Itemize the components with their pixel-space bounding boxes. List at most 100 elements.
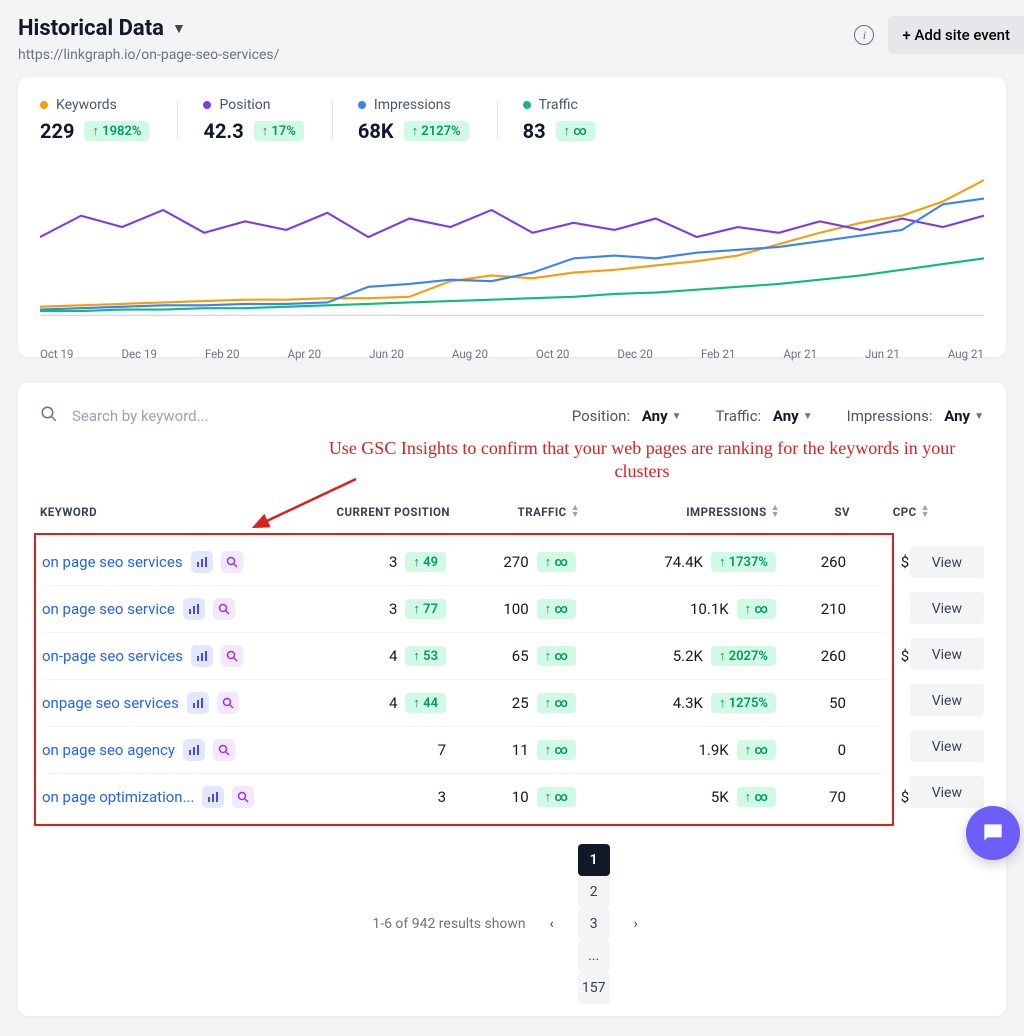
magnify-icon[interactable]: [221, 551, 243, 573]
bar-chart-icon[interactable]: [187, 692, 209, 714]
view-button[interactable]: View: [910, 730, 984, 762]
x-tick: Feb 20: [205, 347, 240, 361]
keyword-link[interactable]: on-page seo services: [42, 647, 183, 665]
delta-badge: ↑ ∞: [737, 740, 776, 760]
magnify-icon[interactable]: [217, 692, 239, 714]
view-button[interactable]: View: [910, 592, 984, 624]
x-tick: Jun 20: [369, 347, 404, 361]
delta-badge: ↑ 77: [405, 599, 446, 619]
table-row: on page seo services 3↑ 49 270↑ ∞ 74.4K↑…: [42, 539, 886, 586]
magnify-icon[interactable]: [221, 645, 243, 667]
x-tick: Dec 20: [617, 347, 652, 361]
series-impressions: [40, 199, 984, 310]
bar-chart-icon[interactable]: [191, 645, 213, 667]
pager-page[interactable]: 1: [578, 844, 610, 876]
title-text: Historical Data: [18, 16, 164, 41]
delta-badge: ↑ ∞: [537, 599, 576, 619]
legend-dot-icon: [40, 101, 48, 109]
table-body: on page seo services 3↑ 49 270↑ ∞ 74.4K↑…: [34, 533, 894, 826]
info-icon[interactable]: i: [854, 25, 874, 45]
keyword-link[interactable]: onpage seo services: [42, 694, 179, 712]
table-header: KEYWORD CURRENT POSITION TRAFFIC▲▼ IMPRE…: [40, 505, 984, 533]
add-site-event-button[interactable]: + Add site event: [888, 16, 1024, 54]
keyword-link[interactable]: on page seo agency: [42, 741, 175, 759]
col-traffic[interactable]: TRAFFIC▲▼: [450, 505, 580, 519]
delta-badge: ↑ ∞: [537, 552, 576, 572]
table-row: on page optimization... 3 10↑ ∞ 5K↑ ∞ 70…: [42, 774, 886, 820]
delta-badge: ↑ 1275%: [711, 693, 776, 713]
search-input[interactable]: [72, 407, 332, 425]
trend-chart: Oct 19Dec 19Feb 20Apr 20Jun 20Aug 20Oct …: [40, 173, 984, 339]
chevron-down-icon: ▼: [974, 411, 984, 422]
bar-chart-icon[interactable]: [191, 551, 213, 573]
stat-keywords: Keywords 229↑ 1982%: [40, 97, 177, 143]
delta-badge: ↑ ∞: [537, 787, 576, 807]
series-keywords: [40, 180, 984, 307]
pager-summary: 1-6 of 942 results shown: [372, 916, 525, 932]
page-title[interactable]: Historical Data ▼: [18, 16, 279, 41]
filter-position[interactable]: Position: Any ▼: [572, 407, 682, 425]
stats-card: Keywords 229↑ 1982%Position 42.3↑ 17%Imp…: [18, 77, 1006, 357]
search-icon: [40, 405, 58, 427]
col-impressions[interactable]: IMPRESSIONS▲▼: [580, 505, 780, 519]
page-header: Historical Data ▼ https://linkgraph.io/o…: [18, 16, 1006, 63]
chat-fab[interactable]: [966, 806, 1020, 860]
page-url: https://linkgraph.io/on-page-seo-service…: [18, 47, 279, 63]
x-tick: Apr 20: [287, 347, 321, 361]
col-cpc[interactable]: CPC▲▼: [850, 505, 930, 519]
keyword-link[interactable]: on page seo services: [42, 553, 183, 571]
delta-badge: ↑ 17%: [254, 121, 304, 141]
stat-position: Position 42.3↑ 17%: [177, 97, 331, 143]
series-position: [40, 210, 984, 237]
view-button[interactable]: View: [910, 684, 984, 716]
magnify-icon[interactable]: [213, 598, 235, 620]
magnify-icon[interactable]: [213, 739, 235, 761]
delta-badge: ↑ 1737%: [711, 552, 776, 572]
pager-page[interactable]: 157: [578, 972, 610, 1004]
x-tick: Oct 20: [536, 347, 569, 361]
bar-chart-icon[interactable]: [183, 598, 205, 620]
delta-badge: ↑ 44: [405, 693, 446, 713]
delta-badge: ↑ ∞: [737, 787, 776, 807]
table-row: on-page seo services 4↑ 53 65↑ ∞ 5.2K↑ 2…: [42, 633, 886, 680]
delta-badge: ↑ ∞: [537, 646, 576, 666]
sort-icon: ▲▼: [921, 505, 930, 519]
pagination: 1-6 of 942 results shown ‹ 123...157 ›: [40, 844, 984, 1004]
x-tick: Aug 21: [948, 347, 984, 361]
col-sv[interactable]: SV: [780, 505, 850, 519]
filter-impressions[interactable]: Impressions: Any ▼: [847, 407, 984, 425]
keyword-link[interactable]: on page optimization...: [42, 788, 194, 806]
magnify-icon[interactable]: [232, 786, 254, 808]
x-tick: Apr 21: [783, 347, 817, 361]
pager-prev[interactable]: ‹: [536, 908, 568, 940]
delta-badge: ↑ ∞: [737, 599, 776, 619]
bar-chart-icon[interactable]: [183, 739, 205, 761]
col-position[interactable]: CURRENT POSITION: [300, 505, 450, 519]
keyword-link[interactable]: on page seo service: [42, 600, 175, 618]
pager-page[interactable]: ...: [578, 940, 610, 972]
sort-icon: ▲▼: [771, 505, 780, 519]
table-row: on page seo agency 7 11↑ ∞ 1.9K↑ ∞ 0 $0: [42, 727, 886, 774]
filter-traffic[interactable]: Traffic: Any ▼: [716, 407, 813, 425]
x-tick: Aug 20: [452, 347, 488, 361]
view-button[interactable]: View: [910, 776, 984, 808]
col-keyword[interactable]: KEYWORD: [40, 505, 300, 519]
bar-chart-icon[interactable]: [202, 786, 224, 808]
sort-icon: ▲▼: [571, 505, 580, 519]
pager-page[interactable]: 3: [578, 908, 610, 940]
delta-badge: ↑ ∞: [537, 740, 576, 760]
x-tick: Oct 19: [40, 347, 73, 361]
x-tick: Jun 21: [865, 347, 900, 361]
chevron-down-icon: ▼: [172, 20, 186, 37]
chevron-down-icon: ▼: [672, 411, 682, 422]
pager-next[interactable]: ›: [620, 908, 652, 940]
delta-badge: ↑ 2027%: [711, 646, 776, 666]
delta-badge: ↑ 1982%: [84, 121, 149, 141]
chevron-down-icon: ▼: [803, 411, 813, 422]
series-traffic: [40, 258, 984, 311]
view-button[interactable]: View: [910, 546, 984, 578]
view-button[interactable]: View: [910, 638, 984, 670]
legend-dot-icon: [203, 101, 211, 109]
pager-page[interactable]: 2: [578, 876, 610, 908]
delta-badge: ↑ ∞: [556, 121, 595, 141]
